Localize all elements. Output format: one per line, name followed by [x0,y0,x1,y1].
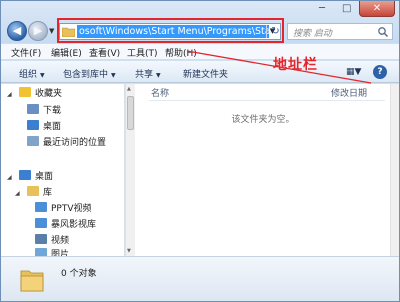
sidebar-item-recent[interactable]: 最近访问的位置 [27,136,106,150]
chevron-down-icon: ▼ [156,72,161,79]
chevron-down-icon: ▼ [354,67,362,77]
video-library-icon [35,202,47,212]
refresh-button[interactable]: ↻ [267,24,284,39]
star-icon [19,87,31,97]
sidebar-item-label: 库 [43,188,53,198]
command-bar: 组织 ▼ 包含到库中 ▼ 共享 ▼ 新建文件夹 ▦▼ [1,61,399,83]
header-divider [149,100,385,101]
column-header-modified[interactable]: 修改日期 [331,86,367,99]
menu-bar: 文件(F) 编辑(E) 查看(V) 工具(T) 帮助(H) [1,44,399,60]
empty-folder-message: 该文件夹为空。 [231,115,295,125]
maximize-button[interactable]: □ [342,3,351,14]
sidebar-item-pptv[interactable]: PPTV视频 [35,202,92,216]
help-icon[interactable]: ? [373,65,387,79]
sidebar-item-library[interactable]: 库 [27,186,52,200]
desktop-icon [19,170,31,180]
sidebar-item-label: PPTV视频 [51,204,92,214]
expand-triangle-icon[interactable]: ◢ [7,174,12,181]
menu-view[interactable]: 查看(V) [89,46,120,59]
video-library-icon [35,234,47,244]
search-icon[interactable] [377,26,389,38]
sidebar-item-label: 下载 [43,106,62,116]
sidebar-item-videos[interactable]: 视频 [35,234,69,248]
address-path[interactable]: osoft\Windows\Start Menu\Programs\Startu… [77,25,269,38]
sidebar-item-label: 视频 [51,236,70,246]
sidebar-item-label: 暴风影视库 [51,220,97,230]
share-button[interactable]: 共享 ▼ [135,67,161,80]
expand-triangle-icon[interactable]: ◢ [7,91,12,98]
scroll-up-icon[interactable]: ▲ [127,86,131,92]
file-list-pane[interactable]: 名称 修改日期 该文件夹为空。 [135,84,399,256]
column-header-name[interactable]: 名称 [151,86,169,99]
sidebar-item-baofeng[interactable]: 暴风影视库 [35,218,96,232]
scroll-down-icon[interactable]: ▼ [127,248,131,254]
explorer-window: ─ □ ✕ ◀ ▶ ▼ osoft\Windows\Start Menu\Pro… [0,0,400,302]
menu-help[interactable]: 帮助(H) [165,46,197,59]
new-folder-button[interactable]: 新建文件夹 [183,67,228,80]
menu-edit[interactable]: 编辑(E) [51,46,82,59]
sidebar-item-label: 收藏夹 [35,89,63,99]
callout-label: 地址栏 [273,57,318,73]
search-box[interactable]: 搜索 启动 [287,23,393,40]
include-library-button[interactable]: 包含到库中 ▼ [63,67,116,80]
navigation-pane: ◢ 收藏夹 下载 桌面 最近访问的位置 ◢ 桌面 ◢ 库 PPTV视频 暴风影视… [1,84,125,260]
folder-icon [20,270,44,292]
desktop-icon [27,120,39,130]
details-pane: 0 个对象 [1,256,399,301]
address-bar[interactable]: osoft\Windows\Start Menu\Programs\Startu… [59,23,281,40]
scrollbar-thumb[interactable] [127,96,134,130]
close-button[interactable]: ✕ [359,1,395,17]
chevron-down-icon: ▼ [111,72,116,79]
back-button[interactable]: ◀ [7,21,27,41]
folder-icon [62,27,75,37]
history-dropdown-icon[interactable]: ▼ [49,27,54,35]
sidebar-item-desktop-fav[interactable]: 桌面 [27,120,61,134]
organize-button[interactable]: 组织 ▼ [19,67,45,80]
chevron-down-icon: ▼ [40,72,45,79]
sidebar-item-label: 桌面 [43,122,62,132]
content-scrollbar[interactable] [390,84,399,256]
minimize-button[interactable]: ─ [319,3,325,14]
sidebar-item-label: 最近访问的位置 [43,138,107,148]
include-library-label: 包含到库中 [63,70,109,80]
sidebar-item-downloads[interactable]: 下载 [27,104,61,118]
sidebar-item-desktop[interactable]: 桌面 [19,170,53,184]
sidebar-item-favorites[interactable]: 收藏夹 [19,87,62,101]
view-options-icon[interactable]: ▦▼ [346,67,361,77]
download-folder-icon [27,104,39,114]
expand-triangle-icon[interactable]: ◢ [15,190,20,197]
sidebar-item-label: 桌面 [35,172,54,182]
menu-tools[interactable]: 工具(T) [127,46,158,59]
navigation-scrollbar[interactable]: ▲ ▼ [125,84,135,256]
menu-file[interactable]: 文件(F) [11,46,41,59]
organize-label: 组织 [19,70,38,80]
search-placeholder: 搜索 启动 [293,29,332,39]
item-count: 0 个对象 [61,269,97,279]
recent-places-icon [27,136,39,146]
share-label: 共享 [135,70,154,80]
library-icon [27,186,39,196]
forward-button[interactable]: ▶ [28,21,48,41]
video-library-icon [35,218,47,228]
